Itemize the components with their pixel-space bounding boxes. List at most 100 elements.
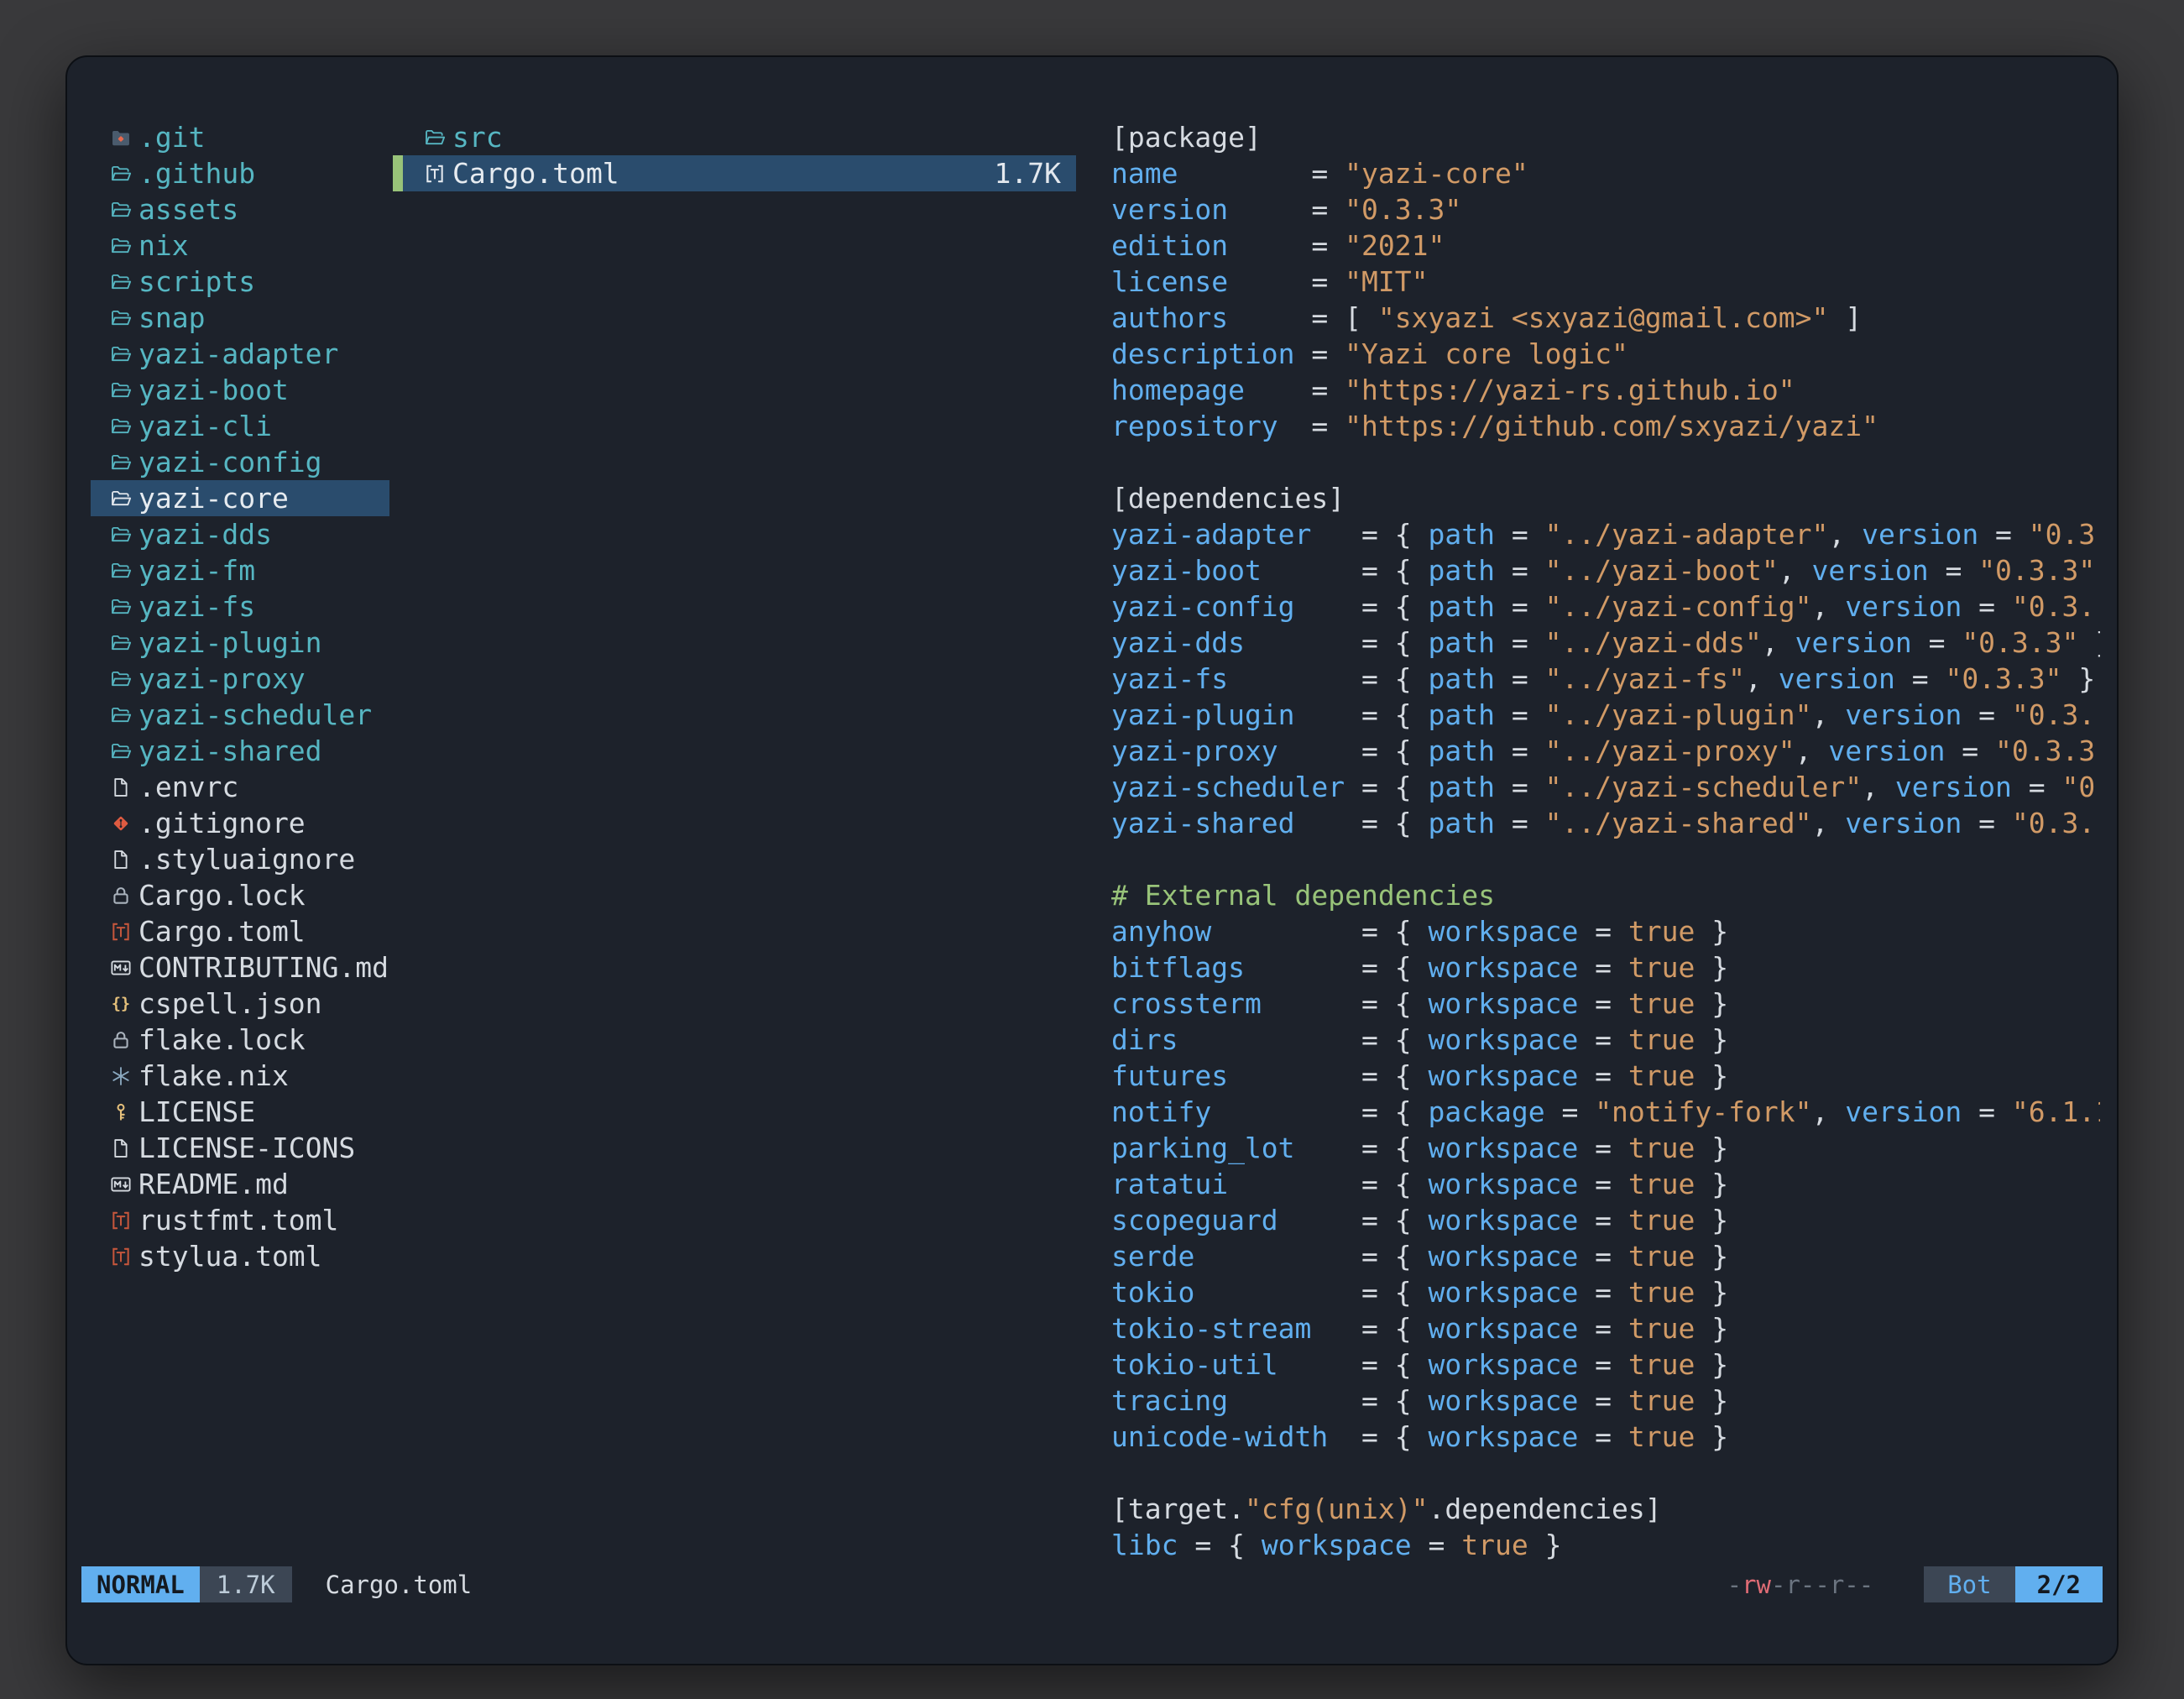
item-label: yazi-boot	[138, 372, 289, 408]
file-item-cargo.lock[interactable]: Cargo.lock	[91, 877, 389, 913]
file-item-readme.md[interactable]: README.md	[91, 1166, 389, 1202]
folder-icon	[424, 119, 452, 155]
file-item-contributing.md[interactable]: CONTRIBUTING.md	[91, 949, 389, 985]
dir-item-yazi-cli[interactable]: yazi-cli	[91, 408, 389, 444]
dir-item-yazi-dds[interactable]: yazi-dds	[91, 516, 389, 552]
item-label: flake.lock	[138, 1022, 306, 1058]
folder-icon	[110, 661, 138, 697]
item-label: yazi-cli	[138, 408, 272, 444]
file-item-.gitignore[interactable]: .gitignore	[91, 805, 389, 841]
desktop: { "colors": { "desktop_bg": "#39393b", "…	[0, 0, 2184, 1699]
preview-line: tokio-stream = { workspace = true }	[1111, 1310, 2100, 1346]
folder-icon	[110, 336, 138, 372]
dir-item-yazi-config[interactable]: yazi-config	[91, 444, 389, 480]
dir-item-yazi-boot[interactable]: yazi-boot	[91, 372, 389, 408]
selection-marker	[393, 155, 403, 191]
preview-line	[1111, 1455, 2100, 1491]
preview-line: edition = "2021"	[1111, 227, 2100, 264]
preview-line: libc = { workspace = true }	[1111, 1527, 2100, 1563]
dir-item-scripts[interactable]: scripts	[91, 264, 389, 300]
item-label: yazi-config	[138, 444, 322, 480]
preview-line: ratatui = { workspace = true }	[1111, 1166, 2100, 1202]
preview-line: yazi-fs = { path = "../yazi-fs", version…	[1111, 661, 2100, 697]
file-item-rustfmt.toml[interactable]: rustfmt.toml	[91, 1202, 389, 1238]
item-label: .git	[138, 119, 205, 155]
preview-line: parking_lot = { workspace = true }	[1111, 1130, 2100, 1166]
preview-line: yazi-plugin = { path = "../yazi-plugin",…	[1111, 697, 2100, 733]
item-label: yazi-core	[138, 480, 289, 516]
dir-item-yazi-adapter[interactable]: yazi-adapter	[91, 336, 389, 372]
item-label: yazi-fm	[138, 552, 255, 588]
dir-item-.git[interactable]: .git	[91, 119, 389, 155]
toml-icon	[110, 913, 138, 949]
dir-item-assets[interactable]: assets	[91, 191, 389, 227]
status-bar: NORMAL 1.7K Cargo.toml -rw-r--r-- Bot 2/…	[81, 1566, 2103, 1602]
file-icon	[110, 1130, 138, 1166]
folder-icon	[110, 264, 138, 300]
item-label: yazi-dds	[138, 516, 272, 552]
preview-line: authors = [ "sxyazi <sxyazi@gmail.com>" …	[1111, 300, 2100, 336]
folder-icon	[110, 552, 138, 588]
dir-item-yazi-proxy[interactable]: yazi-proxy	[91, 661, 389, 697]
folder-icon	[110, 697, 138, 733]
dir-item-nix[interactable]: nix	[91, 227, 389, 264]
git-folder-icon	[110, 119, 138, 155]
status-filename: Cargo.toml	[326, 1566, 473, 1602]
item-label: yazi-adapter	[138, 336, 338, 372]
preview-line: yazi-boot = { path = "../yazi-boot", ver…	[1111, 552, 2100, 588]
item-label: snap	[138, 300, 205, 336]
item-label: LICENSE-ICONS	[138, 1130, 355, 1166]
dir-item-yazi-fm[interactable]: yazi-fm	[91, 552, 389, 588]
dir-item-yazi-fs[interactable]: yazi-fs	[91, 588, 389, 625]
file-item-stylua.toml[interactable]: stylua.toml	[91, 1238, 389, 1274]
item-label: scripts	[138, 264, 255, 300]
preview-line: version = "0.3.3"	[1111, 191, 2100, 227]
file-item-flake.nix[interactable]: flake.nix	[91, 1058, 389, 1094]
preview-line: license = "MIT"	[1111, 264, 2100, 300]
file-item-cspell.json[interactable]: {}cspell.json	[91, 985, 389, 1022]
preview-line: yazi-dds = { path = "../yazi-dds", versi…	[1111, 625, 2100, 661]
dir-item-yazi-core[interactable]: yazi-core	[91, 480, 389, 516]
file-item-.styluaignore[interactable]: .styluaignore	[91, 841, 389, 877]
folder-icon	[110, 625, 138, 661]
dir-item-yazi-shared[interactable]: yazi-shared	[91, 733, 389, 769]
dir-item-yazi-plugin[interactable]: yazi-plugin	[91, 625, 389, 661]
file-item-license[interactable]: LICENSE	[91, 1094, 389, 1130]
preview-line: description = "Yazi core logic"	[1111, 336, 2100, 372]
dir-item-.github[interactable]: .github	[91, 155, 389, 191]
file-permissions: -rw-r--r--	[1727, 1566, 1874, 1602]
folder-icon	[110, 588, 138, 625]
item-label: yazi-fs	[138, 588, 255, 625]
item-label: assets	[138, 191, 238, 227]
preview-line: yazi-proxy = { path = "../yazi-proxy", v…	[1111, 733, 2100, 769]
item-label: yazi-plugin	[138, 625, 322, 661]
item-label: Cargo.lock	[138, 877, 306, 913]
file-counter-badge: 2/2	[2015, 1566, 2103, 1602]
preview-line: tokio = { workspace = true }	[1111, 1274, 2100, 1310]
svg-text:{}: {}	[112, 995, 130, 1012]
dir-item-yazi-scheduler[interactable]: yazi-scheduler	[91, 697, 389, 733]
key-icon	[110, 1094, 138, 1130]
terminal-window: .git.githubassetsnixscriptssnapyazi-adap…	[65, 55, 2119, 1665]
preview-line: [target."cfg(unix)".dependencies]	[1111, 1491, 2100, 1527]
item-label: README.md	[138, 1166, 289, 1202]
folder-icon	[110, 516, 138, 552]
item-label: src	[452, 119, 503, 155]
preview-pane: [package]name = "yazi-core"version = "0.…	[1111, 119, 2100, 1565]
file-item-cargo.toml[interactable]: Cargo.toml	[91, 913, 389, 949]
item-label: stylua.toml	[138, 1238, 322, 1274]
dir-item-snap[interactable]: snap	[91, 300, 389, 336]
current-pane: srcCargo.toml1.7K	[393, 119, 1076, 191]
folder-icon	[110, 227, 138, 264]
preview-line: repository = "https://github.com/sxyazi/…	[1111, 408, 2100, 444]
file-item-.envrc[interactable]: .envrc	[91, 769, 389, 805]
preview-line: crossterm = { workspace = true }	[1111, 985, 2100, 1022]
preview-line: name = "yazi-core"	[1111, 155, 2100, 191]
file-item-license-icons[interactable]: LICENSE-ICONS	[91, 1130, 389, 1166]
preview-line: [package]	[1111, 119, 2100, 155]
file-item-flake.lock[interactable]: flake.lock	[91, 1022, 389, 1058]
preview-line: serde = { workspace = true }	[1111, 1238, 2100, 1274]
dir-item-src[interactable]: src	[393, 119, 1076, 155]
file-item-cargo.toml[interactable]: Cargo.toml1.7K	[393, 155, 1076, 191]
preview-line	[1111, 841, 2100, 877]
